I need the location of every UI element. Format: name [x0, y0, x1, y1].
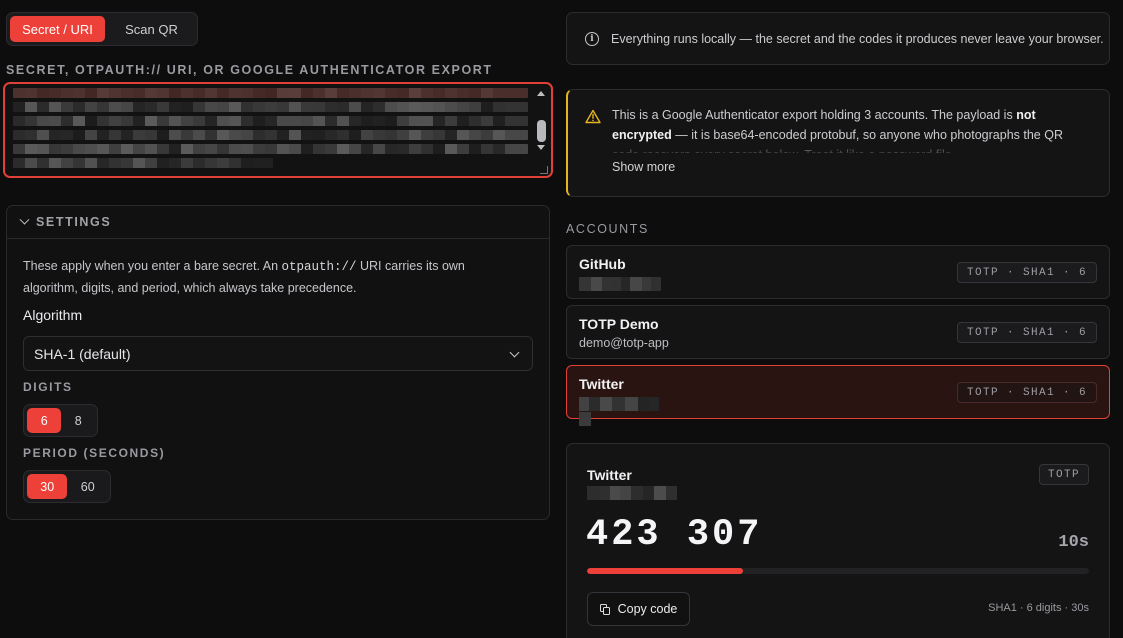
account-item-totp-demo[interactable]: TOTP Demo demo@totp-app TOTP · SHA1 · 6 — [566, 305, 1110, 359]
warning-fade — [612, 143, 1092, 157]
account-tag: TOTP · SHA1 · 6 — [956, 382, 1097, 403]
account-name: Twitter — [579, 376, 624, 392]
show-more-link[interactable]: Show more — [612, 160, 675, 174]
otp-code: 423 307 — [586, 514, 763, 556]
scrollbar[interactable] — [535, 88, 548, 172]
period-label: PERIOD (SECONDS) — [23, 446, 166, 460]
secret-input[interactable] — [3, 82, 553, 178]
mode-toggle: Secret / URI Scan QR — [6, 12, 198, 46]
info-text: Everything runs locally — the secret and… — [611, 31, 1104, 46]
algorithm-value: SHA-1 (default) — [34, 345, 131, 362]
scroll-up-icon[interactable] — [537, 91, 545, 96]
seconds-remaining: 10s — [1058, 533, 1089, 552]
accounts-label: ACCOUNTS — [566, 222, 649, 236]
local-info-note: i Everything runs locally — the secret a… — [566, 12, 1110, 65]
account-item-twitter[interactable]: Twitter TOTP · SHA1 · 6 — [566, 365, 1110, 426]
digits-option-6[interactable]: 6 — [27, 408, 62, 433]
algorithm-select[interactable]: SHA-1 (default) — [23, 336, 533, 371]
account-tag: TOTP · SHA1 · 6 — [956, 322, 1097, 343]
digits-selector: 6 8 — [23, 404, 98, 437]
redacted-account-detail — [579, 277, 665, 291]
digits-label: DIGITS — [23, 380, 73, 394]
secret-label: SECRET, OTPAUTH:// URI, OR GOOGLE AUTHEN… — [6, 63, 493, 77]
export-warning: This is a Google Authenticator export ho… — [566, 89, 1110, 197]
copy-label: Copy code — [617, 602, 678, 616]
tab-scan-qr[interactable]: Scan QR — [107, 16, 196, 42]
scroll-down-icon[interactable] — [537, 145, 545, 150]
copy-icon — [599, 603, 611, 615]
warning-icon — [585, 109, 601, 124]
settings-note: These apply when you enter a bare secret… — [23, 259, 465, 295]
countdown-progress — [587, 568, 1089, 574]
otpauth-code: otpauth:// — [281, 260, 357, 274]
digits-option-8[interactable]: 8 — [62, 408, 94, 433]
period-option-30[interactable]: 30 — [27, 474, 68, 499]
redacted-account-detail — [587, 486, 677, 500]
code-card: Twitter TOTP 423 307 10s Copy code SHA1 … — [566, 443, 1110, 638]
account-name: GitHub — [579, 256, 626, 272]
tab-secret-uri[interactable]: Secret / URI — [10, 16, 105, 42]
scroll-thumb[interactable] — [537, 120, 546, 142]
code-type-tag: TOTP — [1038, 464, 1089, 485]
redacted-account-detail — [579, 397, 665, 426]
countdown-progress-fill — [587, 568, 743, 574]
chevron-down-icon — [19, 214, 30, 225]
settings-title: SETTINGS — [36, 215, 112, 229]
period-selector: 30 60 — [23, 470, 111, 503]
resize-handle[interactable] — [540, 166, 548, 174]
algorithm-label: Algorithm — [23, 307, 83, 323]
info-icon: i — [585, 31, 599, 46]
chevron-down-icon — [509, 347, 520, 358]
account-tag: TOTP · SHA1 · 6 — [956, 262, 1097, 283]
settings-toggle[interactable]: SETTINGS — [7, 206, 549, 239]
period-option-60[interactable]: 60 — [68, 474, 107, 499]
copy-code-button[interactable]: Copy code — [587, 592, 690, 626]
account-detail: demo@totp-app — [579, 336, 669, 350]
account-item-github[interactable]: GitHub TOTP · SHA1 · 6 — [566, 245, 1110, 299]
code-meta: SHA1 · 6 digits · 30s — [988, 602, 1089, 614]
redacted-secret — [13, 88, 528, 172]
account-name: TOTP Demo — [579, 316, 659, 332]
code-account-name: Twitter — [587, 467, 632, 483]
settings-panel: SETTINGS These apply when you enter a ba… — [6, 205, 550, 520]
